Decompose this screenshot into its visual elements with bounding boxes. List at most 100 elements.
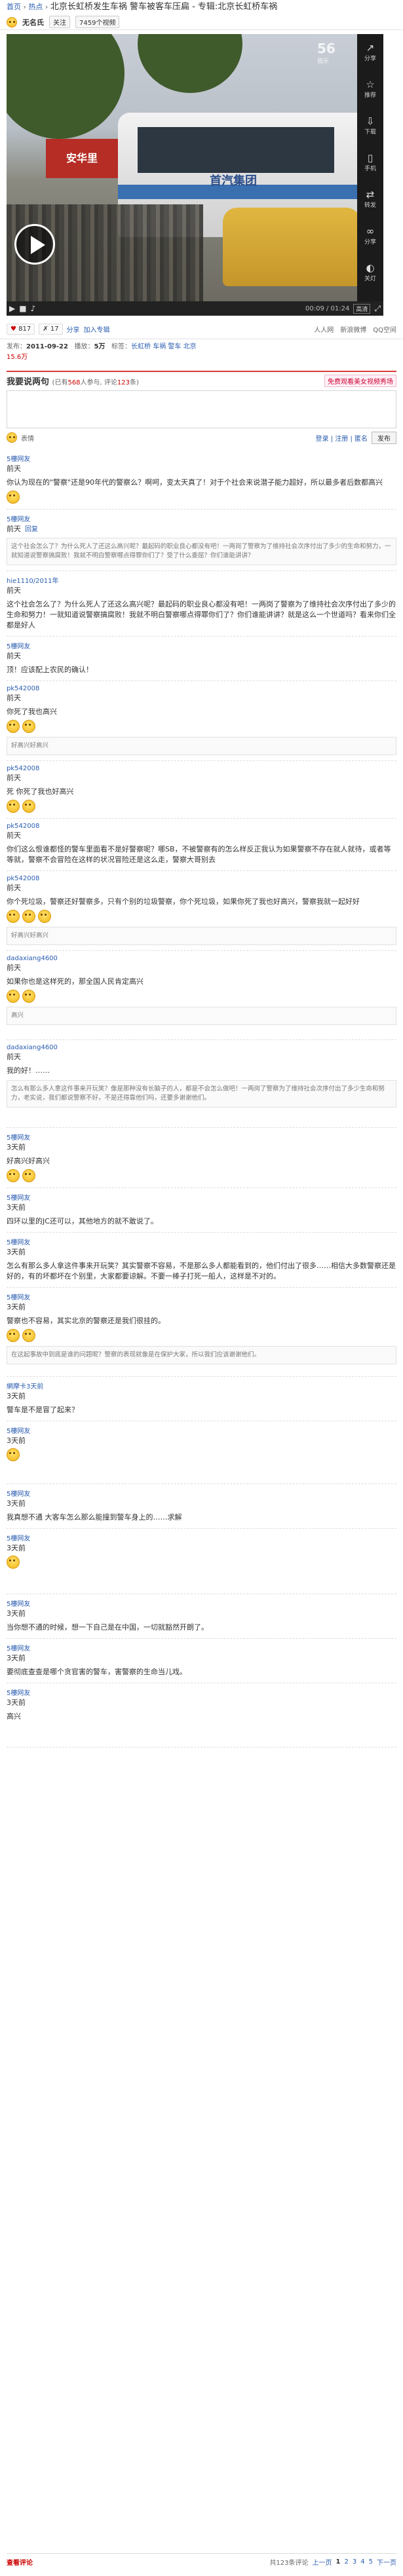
comment-user[interactable]: 5樓网友 [7,1598,396,1608]
comment-user[interactable]: hie1110/2011年 [7,575,396,585]
comment-user[interactable]: 5樓网友 [7,1132,396,1142]
video-frame[interactable]: 安华里 首汽集团 56 我乐 [7,34,357,301]
comment-emojis [7,1556,396,1569]
comment-user[interactable]: 5樓网友 [7,1533,396,1542]
comment-text: 警车是不是冒了起来？ [7,1406,79,1414]
comment-item: 5樓网友 前天 顶！应该配上农民的确认！ [7,637,396,681]
emoji-icon[interactable] [7,432,17,443]
comment-user[interactable]: dadaxiang4600 [7,1044,396,1051]
breadcrumb-sep: › [45,3,48,11]
weibo-link[interactable]: 新浪微博 [340,324,366,334]
comment-time: 3天前 [7,1392,26,1400]
next-page[interactable]: 下一页 [377,2557,396,2567]
qzone-link[interactable]: QQ空间 [373,324,396,334]
comments-title: 我要说两句 (已有568人参与, 评论123条) [7,377,139,387]
comment-user[interactable]: pk542008 [7,875,396,882]
comment-user[interactable]: 5樓网友 [7,1425,396,1435]
tag-links[interactable]: 长虹桥 车祸 警车 北京 [131,343,197,350]
comment-item: dadaxiang4600 前天 我的好！…… 怎么有那么多人拿这件事来开玩笑？像是那… [7,1040,396,1128]
prev-page[interactable]: 上一页 [313,2557,332,2567]
recommend-control[interactable]: ☆ 推荐 [357,71,383,107]
comment-item: hie1110/2011年 前天 这个社会怎么了？为什么死人了还这么高兴呢？最起码的… [7,571,396,637]
bus-name: 首汽集团 [210,174,257,188]
smile-icon [7,800,20,813]
comment-user[interactable]: dadaxiang4600 [7,955,396,962]
comment-time: 3天前 [7,1248,26,1256]
renren-link[interactable]: 人人网 [314,324,334,334]
login-links[interactable]: 登录 | 注册 | 匿名 [316,433,368,443]
share-link[interactable]: 分享 [67,324,80,334]
comment-time: 3天前 [7,1544,26,1552]
comment-user[interactable]: 5樓网友 [7,1292,396,1301]
emoji-label[interactable]: 表情 [21,433,34,443]
follow-button[interactable]: 关注 [49,16,70,28]
comment-text: 如果你也是这样死的，那全国人民肯定高兴 [7,977,144,986]
share-control[interactable]: ↗ 分享 [357,34,383,71]
page-5[interactable]: 5 [369,2558,373,2566]
comment-user[interactable]: 5樓网友 [7,453,396,463]
dislike-button[interactable]: ✗ 17 [39,324,63,335]
comment-user[interactable]: pk542008 [7,765,396,772]
download-control[interactable]: ⇩ 下载 [357,107,383,144]
comment-user[interactable]: 網摩卡3天前 [7,1381,396,1391]
quoted-comment: 这个社会怎么了？为什么死人了还这么高兴呢？最起码的职业良心都没有吧！一两岗了警察… [7,538,396,565]
smile-icon [7,1448,20,1461]
comment-user[interactable]: 5樓网友 [7,1192,396,1202]
page-1[interactable]: 1 [336,2558,341,2566]
comment-user[interactable]: 5樓网友 [7,1687,396,1697]
video-count-button[interactable]: 7459个视频 [75,16,120,28]
forward-control[interactable]: ⇄ 转发 [357,181,383,217]
comment-item: 5樓网友 前天 你认为现在的"警察"还是90年代的警察么？啊呵，变太天真了！对于个社… [7,449,396,510]
promo-link[interactable]: 免费观看美女视频秀场 [324,374,396,387]
comment-user[interactable]: pk542008 [7,823,396,830]
comment-item: 5樓网友 3天前 当你想不通的时候，想一下自己是在中国，一切就豁然开朗了。 [7,1594,396,1639]
smile-icon [7,1329,20,1342]
bulb-icon: ◐ [366,262,375,274]
fullscreen-icon[interactable]: ⤢ [374,304,381,314]
page-4[interactable]: 4 [360,2558,364,2566]
send-button[interactable]: 发布 [372,431,396,444]
comment-time: 前天 [7,884,21,892]
volume-icon[interactable]: ♪ [31,304,36,313]
page-3[interactable]: 3 [353,2558,356,2566]
play-small-icon[interactable]: ▶ [9,304,15,313]
comment-time: 前天 [7,464,21,473]
comment-user[interactable]: 5樓网友 [7,1237,396,1246]
comment-emojis [7,1329,396,1342]
view-comments-link[interactable]: 查看评论 [7,2557,33,2567]
comment-user[interactable]: pk542008 [7,685,396,692]
editor-toolbar: 表情 登录 | 注册 | 匿名 发布 [7,430,396,445]
thumb-down-icon: ✗ [43,326,48,333]
video-player[interactable]: 安华里 首汽集团 56 我乐 ↗ 分享 ☆ 推荐 ⇩ 下载 ▯ 手机 ⇄ 转发 ∞ 分享 ◐… [7,34,383,316]
thumb-icon: ☆ [366,79,375,90]
comment-user[interactable]: 5樓网友 [7,513,396,523]
mobile-control[interactable]: ▯ 手机 [357,144,383,181]
taxi-shape [223,208,357,286]
comment-text: 当你想不通的时候，想一下自己是在中国，一切就豁然开朗了。 [7,1623,208,1632]
breadcrumb-channel[interactable]: 热点 [28,3,43,11]
comment-input[interactable] [7,390,396,428]
comment-user[interactable]: 5樓网友 [7,1643,396,1652]
add-to-album-link[interactable]: 加入专辑 [84,324,110,334]
stop-icon[interactable]: ■ [19,304,26,313]
comment-time: 前天 [7,586,21,595]
quality-button[interactable]: 高清 [353,303,371,314]
breadcrumb-home[interactable]: 首页 [7,3,21,11]
lights-control[interactable]: ◐ 关灯 [357,254,383,291]
comment-text: 我的好！…… [7,1066,50,1075]
comment-item: 5樓网友 3天前 要彻底查查是哪个贪官害的警车，害警察的生命当儿戏。 [7,1639,396,1683]
avatar[interactable] [7,16,17,28]
smile-icon [22,720,35,733]
share2-control[interactable]: ∞ 分享 [357,217,383,254]
quoted-comment: 高兴 [7,1007,396,1025]
uploader-name[interactable]: 无名氏 [22,17,44,28]
comment-emojis [7,1169,396,1182]
quoted-comment: 好高兴好高兴 [7,737,396,755]
like-button[interactable]: ♥ 817 [7,324,35,335]
page-2[interactable]: 2 [345,2558,349,2566]
reply-link[interactable]: 回复 [25,526,38,533]
play-icon[interactable] [14,224,55,265]
comment-user[interactable]: 5樓网友 [7,1488,396,1498]
comment-emojis [7,491,396,504]
comment-user[interactable]: 5樓网友 [7,641,396,650]
